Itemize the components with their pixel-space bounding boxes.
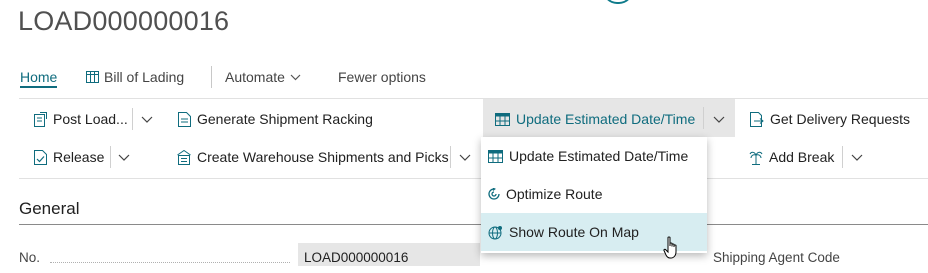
no-field-value[interactable]: LOAD000000016 bbox=[298, 243, 480, 266]
nav-automate-menu[interactable]: Automate bbox=[225, 66, 301, 88]
generate-shipment-racking-button[interactable]: Generate Shipment Racking bbox=[178, 109, 373, 129]
chevron-down-icon[interactable] bbox=[118, 147, 130, 167]
divider bbox=[19, 178, 928, 179]
release-button[interactable]: Release bbox=[34, 147, 104, 167]
create-warehouse-shipments-button[interactable]: Create Warehouse Shipments and Picks bbox=[177, 147, 449, 167]
status-indicator-icon bbox=[603, 0, 633, 4]
table-icon bbox=[488, 149, 503, 163]
nav-bill-of-lading[interactable]: Bill of Lading bbox=[86, 66, 184, 88]
nav-home-underline bbox=[20, 86, 57, 88]
nav-separator bbox=[211, 66, 212, 88]
optimize-route-icon bbox=[488, 187, 500, 201]
chevron-down-icon bbox=[290, 74, 301, 81]
create-warehouse-shipments-label: Create Warehouse Shipments and Picks bbox=[197, 149, 449, 165]
release-document-icon bbox=[34, 149, 47, 165]
nav-home-tab[interactable]: Home bbox=[20, 66, 57, 88]
warehouse-icon bbox=[177, 149, 191, 165]
post-load-button[interactable]: Post Load... bbox=[34, 109, 128, 129]
menu-item-label: Optimize Route bbox=[506, 186, 603, 202]
menu-item-optimize-route[interactable]: Optimize Route bbox=[481, 175, 707, 213]
field-dots bbox=[50, 262, 290, 263]
nav-automate-label: Automate bbox=[225, 69, 285, 85]
chevron-down-icon[interactable] bbox=[459, 147, 471, 167]
palm-tree-icon bbox=[749, 150, 763, 165]
table-icon bbox=[495, 112, 510, 126]
nav-home-label: Home bbox=[20, 69, 58, 85]
split-separator bbox=[132, 108, 133, 130]
post-document-icon bbox=[34, 111, 47, 127]
menu-item-label: Show Route On Map bbox=[509, 224, 639, 240]
get-delivery-requests-label: Get Delivery Requests bbox=[770, 111, 911, 127]
section-divider bbox=[19, 224, 928, 225]
generate-shipment-racking-label: Generate Shipment Racking bbox=[197, 111, 373, 127]
update-estimated-button[interactable]: Update Estimated Date/Time bbox=[495, 109, 695, 129]
page-title: LOAD000000016 bbox=[18, 6, 230, 36]
add-break-label: Add Break bbox=[769, 149, 835, 165]
update-estimated-split-button[interactable]: Update Estimated Date/Time bbox=[483, 99, 735, 137]
no-field-label: No. bbox=[19, 250, 41, 265]
nav-bill-of-lading-label: Bill of Lading bbox=[104, 69, 185, 85]
chevron-down-icon[interactable] bbox=[713, 109, 725, 129]
action-nav-bar: Home Bill of Lading Automate Fewer optio… bbox=[0, 66, 928, 88]
fewer-options-label: Fewer options bbox=[338, 69, 426, 85]
chevron-down-icon[interactable] bbox=[851, 147, 863, 167]
post-load-label: Post Load... bbox=[53, 111, 128, 127]
split-separator bbox=[703, 107, 704, 129]
globe-route-icon bbox=[488, 225, 503, 240]
split-separator bbox=[842, 146, 843, 168]
document-icon bbox=[178, 111, 191, 127]
chevron-down-icon[interactable] bbox=[141, 109, 153, 129]
split-separator bbox=[110, 146, 111, 168]
get-delivery-requests-button[interactable]: Get Delivery Requests bbox=[750, 109, 910, 129]
table-icon bbox=[86, 71, 99, 83]
document-arrow-icon bbox=[750, 111, 764, 127]
divider bbox=[19, 98, 928, 99]
release-label: Release bbox=[53, 149, 105, 165]
hand-cursor-icon bbox=[663, 236, 681, 260]
fewer-options-button[interactable]: Fewer options bbox=[338, 66, 426, 88]
update-estimated-label: Update Estimated Date/Time bbox=[516, 111, 696, 127]
add-break-button[interactable]: Add Break bbox=[749, 147, 834, 167]
menu-item-update-estimated[interactable]: Update Estimated Date/Time bbox=[481, 137, 707, 175]
section-title-general: General bbox=[19, 199, 80, 218]
split-separator bbox=[450, 146, 451, 168]
shipping-agent-code-label: Shipping Agent Code bbox=[713, 250, 840, 265]
menu-item-label: Update Estimated Date/Time bbox=[509, 148, 689, 164]
